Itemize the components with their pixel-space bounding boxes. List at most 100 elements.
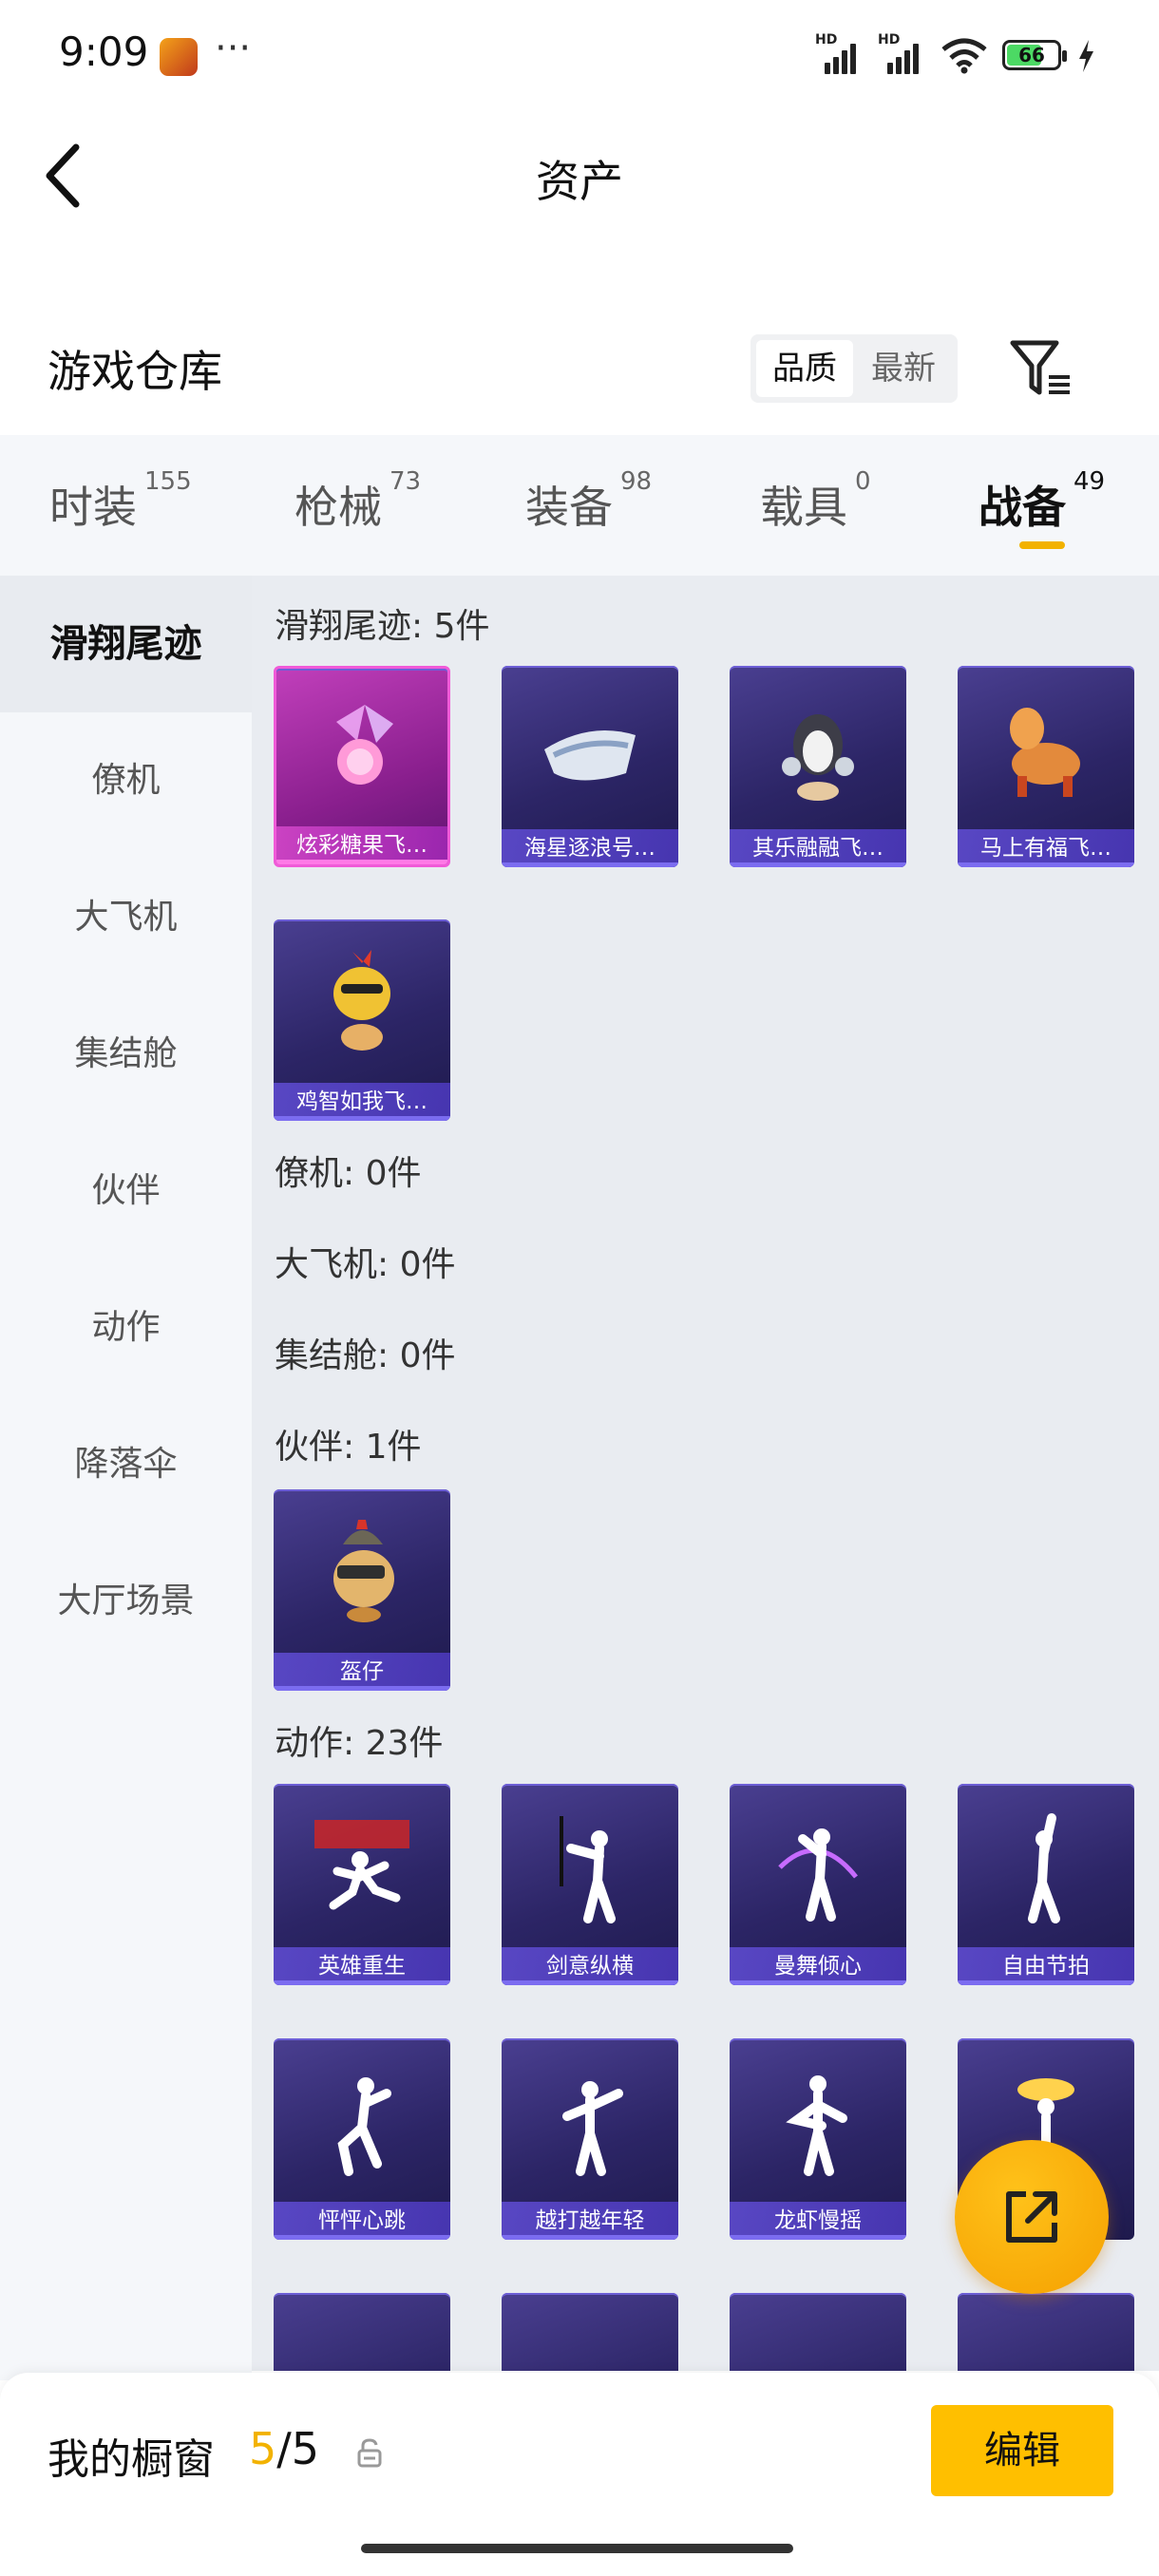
sort-quality-button[interactable]: 品质 [756, 340, 853, 397]
item-card[interactable]: 马上有福飞… [958, 666, 1134, 867]
item-name: 剑意纵横 [502, 1947, 678, 1985]
group-title: 伙伴: 1件 [275, 1428, 422, 1467]
item-name: 自由节拍 [958, 1947, 1134, 1985]
group-title: 僚机: 0件 [275, 1154, 422, 1193]
category-tabs: 时装 155 枪械 73 装备 98 载具 0 战备 49 [0, 435, 1159, 578]
candy-trail-icon [336, 705, 393, 785]
item-name: 英雄重生 [274, 1947, 450, 1985]
tab-equipment[interactable]: 装备 98 [525, 467, 652, 536]
item-name: 龙虾慢摇 [730, 2202, 906, 2240]
item-name: 马上有福飞… [958, 829, 1134, 867]
boat-icon [544, 730, 636, 781]
item-card[interactable]: 自由节拍 [958, 1784, 1134, 1985]
item-card[interactable]: 盔仔 [274, 1489, 450, 1691]
page-title: 资产 [536, 156, 623, 207]
item-card[interactable] [274, 2293, 450, 2371]
signal-icon-2: HD [878, 32, 922, 74]
showcase-total: /5 [276, 2423, 320, 2474]
tab-count: 155 [144, 467, 192, 496]
item-name: 越打越年轻 [502, 2202, 678, 2240]
signal-icon: HD [815, 32, 859, 74]
sidebar-item-parachute[interactable]: 降落伞 [0, 1396, 252, 1533]
item-card[interactable] [502, 2293, 678, 2371]
item-name: 炫彩糖果飞… [276, 826, 447, 864]
tab-count: 73 [390, 467, 422, 496]
sidebar-item-big-plane[interactable]: 大飞机 [0, 849, 252, 986]
wifi-icon [941, 38, 987, 74]
item-card[interactable]: 怦怦心跳 [274, 2038, 450, 2240]
showcase-label: 我的橱窗 [48, 2435, 215, 2484]
tab-label: 载具 [760, 482, 847, 533]
edit-button[interactable]: 编辑 [931, 2405, 1113, 2496]
tab-battle-prep[interactable]: 战备 49 [978, 467, 1105, 536]
penguin-icon [782, 714, 854, 801]
group-title: 集结舱: 0件 [275, 1336, 456, 1375]
item-card[interactable]: 英雄重生 [274, 1784, 450, 1985]
item-card[interactable]: 鸡智如我飞… [274, 919, 450, 1121]
item-card[interactable]: 海星逐浪号… [502, 666, 678, 867]
item-card[interactable]: 龙虾慢摇 [730, 2038, 906, 2240]
home-indicator[interactable] [361, 2544, 793, 2553]
app-notification-icon [160, 38, 198, 76]
hero-pose-icon [314, 1820, 409, 1910]
freestyle-pose-icon [1028, 1813, 1060, 1923]
tab-label: 战备 [978, 482, 1066, 533]
share-button[interactable] [955, 2140, 1109, 2294]
status-time: 9:09 [59, 28, 149, 75]
battery-icon: 66 [1002, 40, 1067, 70]
item-card[interactable]: 曼舞倾心 [730, 1784, 906, 1985]
group-title: 滑翔尾迹: 5件 [275, 607, 490, 646]
group-title: 大飞机: 0件 [275, 1245, 456, 1284]
chicken-icon [333, 950, 390, 1051]
sidebar-item-companion[interactable]: 伙伴 [0, 1123, 252, 1260]
section-title: 游戏仓库 [48, 346, 222, 397]
tab-count: 0 [855, 467, 871, 496]
tab-label: 装备 [525, 482, 613, 533]
tab-count: 98 [620, 467, 653, 496]
item-name: 怦怦心跳 [274, 2202, 450, 2240]
more-notifications-icon: ··· [215, 27, 252, 70]
horse-icon [1010, 708, 1080, 797]
item-card[interactable]: 剑意纵横 [502, 1784, 678, 1985]
showcase-count: 5/5 [249, 2423, 319, 2474]
filter-icon[interactable] [1007, 337, 1074, 400]
battery-level: 66 [1018, 44, 1045, 66]
sidebar-item-assembly-pod[interactable]: 集结舱 [0, 986, 252, 1123]
tab-guns[interactable]: 枪械 73 [294, 467, 421, 536]
sidebar-item-lobby-scene[interactable]: 大厅场景 [0, 1533, 252, 1670]
tab-label: 枪械 [294, 482, 382, 533]
item-card[interactable]: 其乐融融飞… [730, 666, 906, 867]
sort-toggle: 品质 最新 [750, 334, 958, 403]
item-card[interactable] [730, 2293, 906, 2371]
item-name: 海星逐浪号… [502, 829, 678, 867]
item-card[interactable]: 炫彩糖果飞… [274, 666, 450, 867]
tab-label: 时装 [49, 482, 137, 533]
item-name: 鸡智如我飞… [274, 1083, 450, 1121]
group-title: 动作: 23件 [275, 1724, 444, 1763]
helmet-chick-icon [333, 1520, 394, 1622]
charging-icon [1079, 40, 1093, 72]
item-name: 其乐融融飞… [730, 829, 906, 867]
tab-fashion[interactable]: 时装 155 [49, 467, 192, 536]
sword-dance-icon [560, 1816, 616, 1923]
share-icon [1006, 2191, 1057, 2243]
item-name: 盔仔 [274, 1653, 450, 1691]
item-name: 曼舞倾心 [730, 1947, 906, 1985]
item-card[interactable]: 越打越年轻 [502, 2038, 678, 2240]
tab-vehicles[interactable]: 载具 0 [760, 467, 871, 536]
showcase-bar: 我的橱窗 5/5 编辑 [0, 2373, 1159, 2576]
item-card[interactable] [958, 2293, 1134, 2371]
dance-pose-icon [778, 1828, 858, 1922]
status-bar: 9:09 ··· HD HD 66 [0, 0, 1159, 104]
lock-icon [357, 2438, 382, 2468]
subcategory-sidebar: 滑翔尾迹 僚机 大飞机 集结舱 伙伴 动作 降落伞 大厅场景 [0, 576, 252, 2380]
active-tab-indicator [1019, 541, 1065, 549]
sidebar-item-wingman[interactable]: 僚机 [0, 712, 252, 849]
young-pose-icon [562, 2081, 623, 2176]
sidebar-item-emote[interactable]: 动作 [0, 1260, 252, 1396]
sort-newest-button[interactable]: 最新 [855, 340, 952, 397]
sidebar-item-glide-trail[interactable]: 滑翔尾迹 [0, 576, 252, 712]
item-grid-area: 滑翔尾迹: 5件 炫彩糖果飞… 海星逐浪号… 其乐融融飞… 马上有福飞… 鸡智如… [252, 576, 1159, 2371]
tab-count: 49 [1074, 467, 1106, 496]
lobster-pose-icon [786, 2075, 847, 2176]
